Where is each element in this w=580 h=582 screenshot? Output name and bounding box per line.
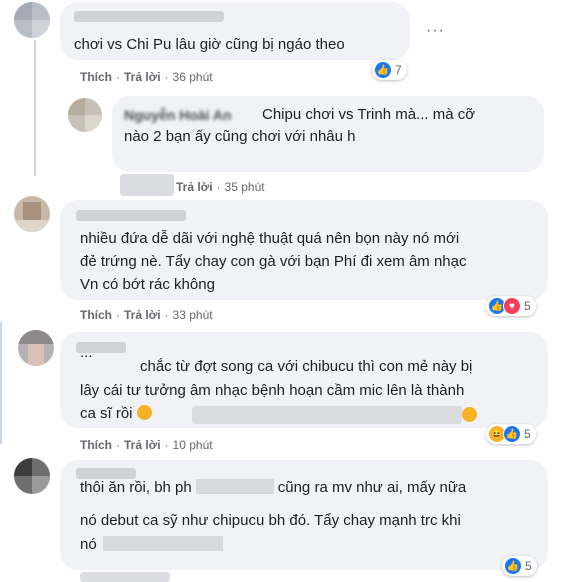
focus-indicator	[0, 322, 2, 444]
reply-link[interactable]: Trả lời	[176, 180, 213, 194]
sad-face-icon	[136, 405, 152, 420]
timestamp[interactable]: 33 phút	[173, 308, 213, 322]
comment-text: thôi ăn rồi, bh ph cũng ra mv như ai, mấy…	[80, 479, 467, 496]
comment-actions: Thích · Trả lời · 10 phút	[80, 438, 213, 452]
comment-text: ...	[80, 344, 93, 361]
blurred-region	[80, 572, 170, 582]
reaction-count: 5	[524, 299, 531, 313]
comment-actions: Thích · Trả lời · 36 phút	[80, 70, 213, 84]
comment-text: nào 2 bạn ấy cũng chơi với nhâu h	[124, 128, 356, 145]
comment-text: ca sĩ rồi	[80, 403, 152, 425]
blurred-region	[192, 406, 462, 424]
reply-link[interactable]: Trả lời	[124, 438, 161, 452]
like-reaction-icon: 👍	[503, 425, 521, 443]
commenter-name[interactable]: Nguyễn Hoài An	[124, 104, 232, 126]
reply-link[interactable]: Trả lời	[124, 308, 161, 322]
comment-text: Vn có bớt rác không	[80, 276, 215, 293]
comment-text: chơi vs Chi Pu lâu giờ cũng bị ngáo theo	[74, 36, 345, 53]
commenter-name[interactable]	[76, 210, 186, 221]
like-reaction-icon: 👍	[504, 557, 522, 575]
timestamp[interactable]: 36 phút	[173, 70, 213, 84]
avatar[interactable]	[68, 98, 102, 132]
comment-text: nó debut ca sỹ như chipucu bh đó. Tẩy ch…	[80, 512, 461, 529]
commenter-name[interactable]	[74, 11, 224, 22]
love-reaction-icon: ♥	[503, 297, 521, 315]
like-reaction-icon: 👍	[374, 61, 392, 79]
timestamp[interactable]: 35 phút	[225, 180, 265, 194]
comment-text: nhiều đứa dễ dãi với nghệ thuật quá nên …	[80, 230, 460, 247]
avatar[interactable]	[14, 458, 50, 494]
comment-text: nó	[80, 534, 223, 556]
like-link[interactable]: Thích	[80, 438, 112, 452]
comment-text: đẻ trứng nè. Tẩy chay con gà với bạn Phí…	[80, 253, 467, 270]
comment-actions: Thích · Trả lời · 33 phút	[80, 308, 213, 322]
more-dots-icon[interactable]: ···	[426, 22, 445, 40]
comment-text: lây cái tư tưởng âm nhạc bệnh hoạn cầm m…	[80, 382, 465, 399]
reaction-count: 5	[524, 427, 531, 441]
like-link[interactable]: Thích	[80, 70, 112, 84]
reaction-summary[interactable]: 👍 5	[502, 556, 537, 576]
reaction-summary[interactable]: 👍 7	[372, 60, 407, 80]
avatar[interactable]	[14, 196, 50, 232]
comment-text: Chipu chơi vs Trinh mà... mà cỡ	[262, 106, 476, 123]
reaction-summary[interactable]: 👍 ♥ 5	[486, 296, 536, 316]
comment-actions: Trả lời · 35 phút	[176, 180, 265, 194]
thread-connector	[34, 40, 36, 176]
blurred-region	[120, 174, 174, 196]
reaction-count: 5	[525, 559, 532, 573]
timestamp[interactable]: 10 phút	[173, 438, 213, 452]
reply-link[interactable]: Trả lời	[124, 70, 161, 84]
face-icon	[462, 407, 477, 422]
reaction-count: 7	[395, 63, 402, 77]
comment-text: chắc từ đợt song ca với chibucu thì con …	[140, 358, 473, 375]
reaction-summary[interactable]: 😆 👍 5	[486, 424, 536, 444]
avatar[interactable]	[18, 330, 54, 366]
avatar[interactable]	[14, 2, 50, 38]
like-link[interactable]: Thích	[80, 308, 112, 322]
